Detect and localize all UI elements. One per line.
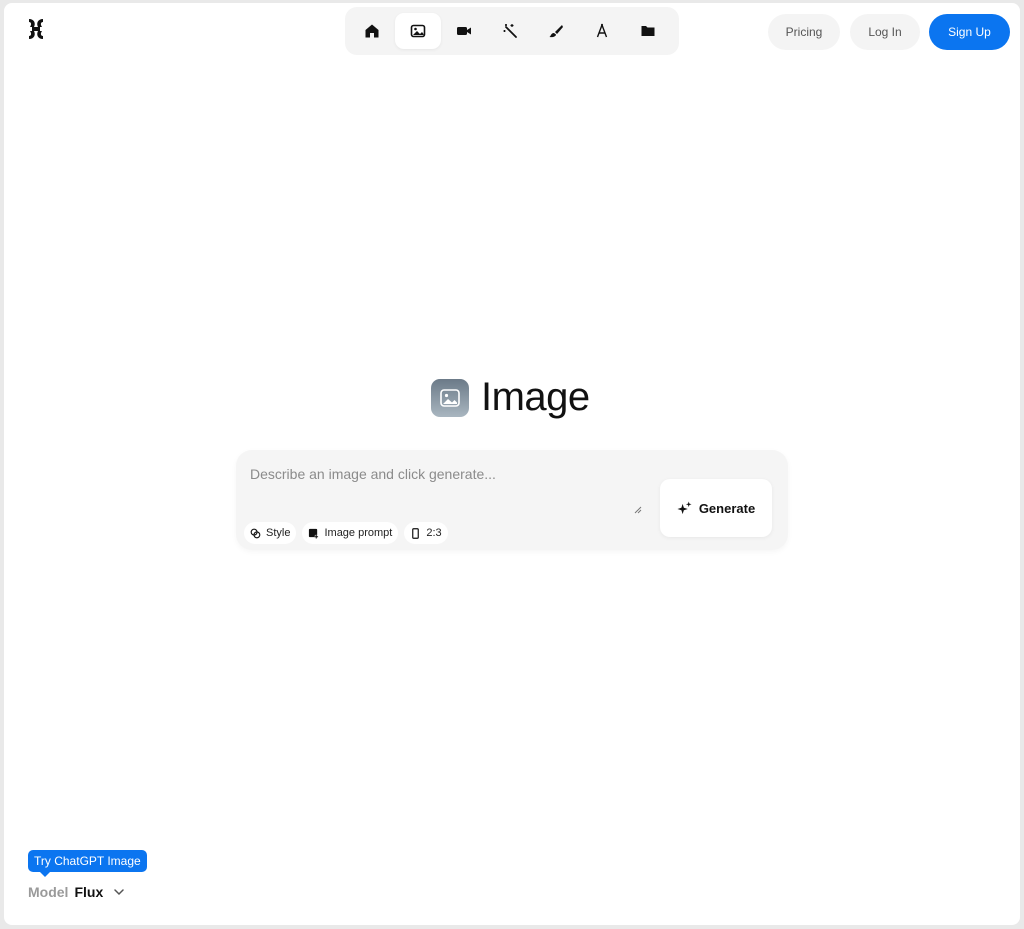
prompt-options: Style Image prompt 2:3 (244, 522, 448, 544)
page-heading: Image (431, 375, 590, 420)
nav-image[interactable] (395, 13, 441, 49)
image-prompt-chip-label: Image prompt (324, 527, 393, 539)
magic-wand-icon (503, 24, 517, 38)
brush-icon (549, 25, 563, 38)
generate-button-label: Generate (698, 500, 756, 516)
prompt-panel: Style Image prompt 2:3 (236, 450, 788, 550)
aspect-ratio-chip[interactable]: 2:3 (404, 522, 448, 544)
image-icon (410, 24, 426, 38)
folder-icon (641, 26, 655, 36)
image-icon (431, 378, 469, 417)
chevron-down-icon (114, 889, 124, 896)
resize-handle-icon[interactable] (634, 506, 642, 514)
chatgpt-image-tooltip[interactable]: Try ChatGPT Image (28, 850, 147, 877)
home-icon (365, 24, 379, 38)
aspect-ratio-icon (412, 527, 420, 539)
image-prompt-chip[interactable]: Image prompt (302, 522, 399, 544)
app-window: Pricing Log In Sign Up Image Style (4, 3, 1020, 925)
model-selector[interactable]: Model Flux (28, 884, 125, 900)
pricing-button[interactable]: Pricing (768, 14, 840, 50)
style-chip-label: Style (266, 527, 291, 539)
signup-button[interactable]: Sign Up (929, 14, 1010, 50)
login-button[interactable]: Log In (850, 14, 920, 50)
page-title: Image (481, 375, 590, 419)
nav-folder[interactable] (625, 13, 671, 49)
nav-video[interactable] (441, 13, 487, 49)
video-icon (457, 27, 471, 35)
generate-button[interactable]: Generate (660, 479, 772, 537)
aspect-ratio-chip-label: 2:3 (426, 527, 442, 539)
prompt-input[interactable] (250, 466, 642, 514)
nav-brush[interactable] (533, 13, 579, 49)
font-icon (596, 23, 608, 38)
tool-nav (345, 7, 679, 55)
nav-magic[interactable] (487, 13, 533, 49)
nav-home[interactable] (349, 13, 395, 49)
image-add-icon (309, 528, 319, 539)
style-icon (250, 528, 261, 538)
style-chip[interactable]: Style (244, 522, 297, 544)
sparkle-icon (677, 500, 692, 514)
model-label: Model (28, 884, 69, 900)
model-value: Flux (74, 884, 104, 900)
app-logo-icon[interactable] (26, 17, 46, 41)
nav-font[interactable] (579, 13, 625, 49)
